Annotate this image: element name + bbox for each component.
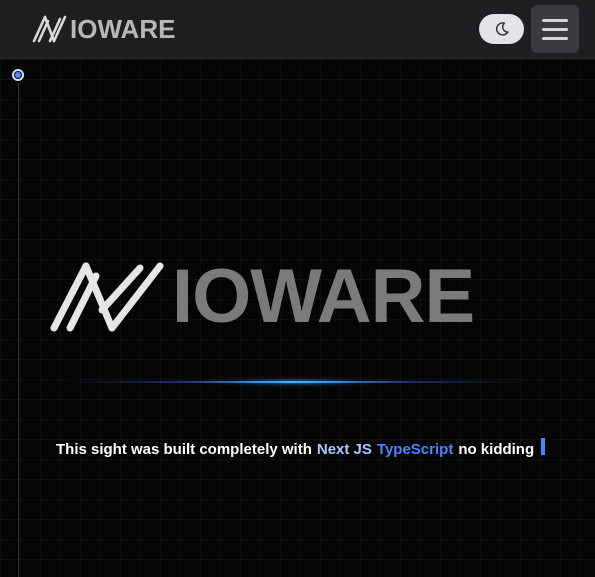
hamburger-icon-bar (542, 36, 568, 40)
tagline-prefix: This sight was built completely with (56, 441, 312, 458)
tagline-suffix: no kidding (458, 441, 535, 458)
brand-logo-mark (32, 15, 67, 43)
hero-logo-text: IOWARE (172, 254, 475, 339)
menu-button[interactable] (531, 5, 579, 53)
typing-cursor (541, 438, 546, 455)
tagline-typescript: TypeScript (376, 441, 454, 458)
tagline-nextjs: Next JS (316, 441, 372, 458)
brand-logo[interactable]: IOWARE (32, 14, 175, 44)
hero-logo-mark (50, 262, 164, 332)
hamburger-icon-bar (542, 27, 568, 31)
timeline-dot-icon[interactable] (12, 69, 24, 81)
tagline: This sight was built completely with Nex… (56, 438, 546, 458)
hamburger-icon-bar (542, 18, 568, 22)
theme-toggle-button[interactable] (479, 14, 524, 44)
brand-name: IOWARE (70, 14, 176, 44)
hero-logo: IOWARE (50, 254, 475, 339)
timeline-line (18, 83, 19, 577)
moon-icon (495, 22, 508, 36)
glow-divider-halo (200, 377, 390, 387)
navbar: IOWARE (0, 0, 595, 59)
hero-section: IOWARE This sight was built completely w… (0, 59, 595, 577)
